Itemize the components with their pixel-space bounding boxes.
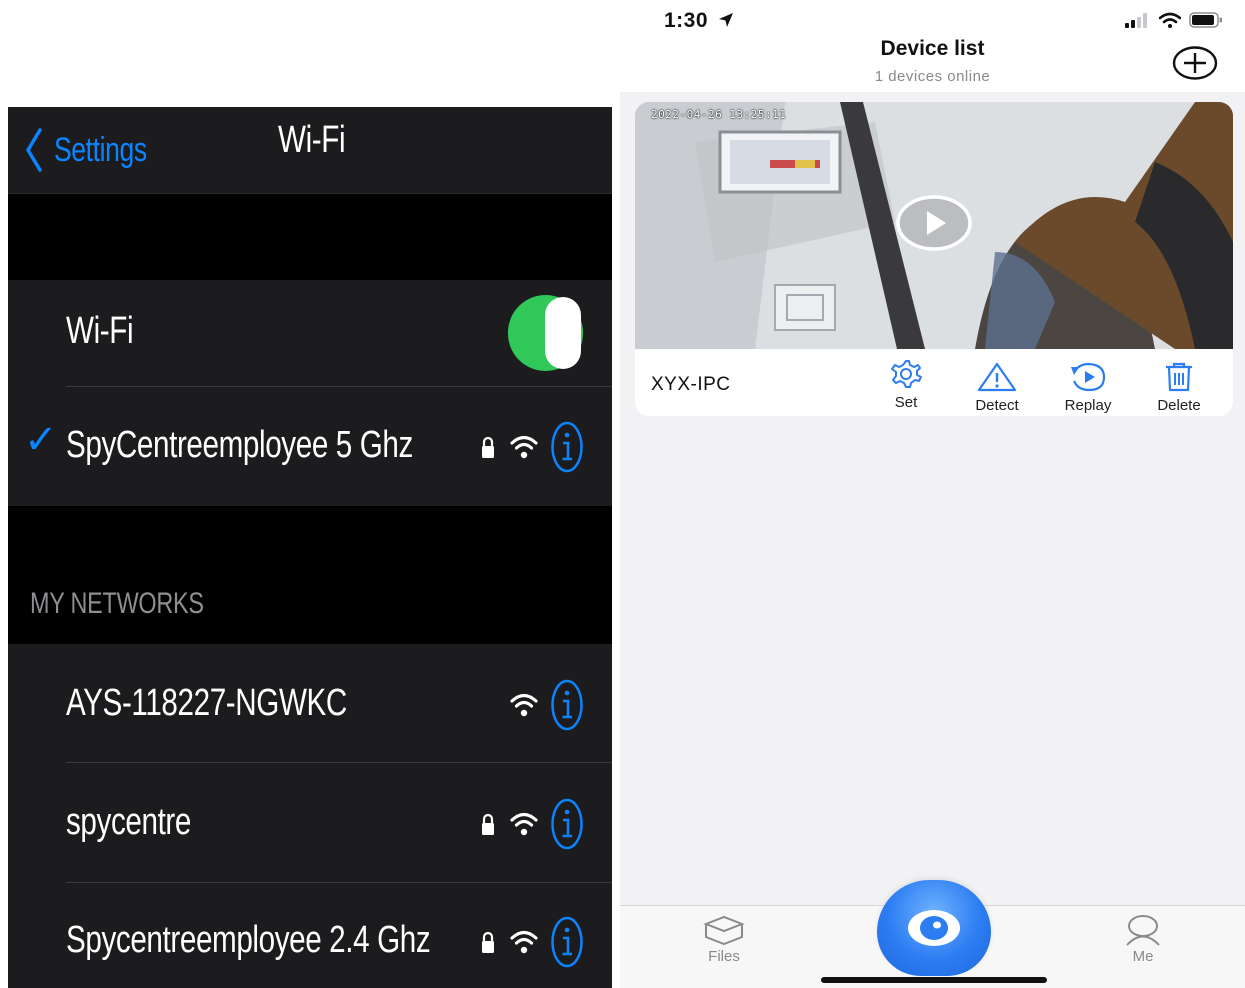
lock-icon xyxy=(482,813,494,835)
device-detect-button[interactable]: Detect xyxy=(957,361,1037,414)
network-status-icons xyxy=(480,421,584,473)
connected-network-row[interactable]: ✓ SpyCentreemployee 5 Ghz xyxy=(8,387,612,506)
toggle-knob xyxy=(545,297,581,369)
network-name: AYS-118227-NGWKC xyxy=(66,682,347,724)
live-view-button[interactable] xyxy=(877,880,991,976)
info-icon[interactable] xyxy=(550,679,584,731)
device-delete-button[interactable]: Delete xyxy=(1139,361,1219,414)
battery-icon xyxy=(1189,12,1222,28)
trash-icon xyxy=(1166,362,1192,392)
user-icon xyxy=(1126,915,1160,946)
wifi-toggle-row: Wi-Fi xyxy=(8,280,612,386)
my-networks-header: MY NETWORKS xyxy=(30,587,204,620)
wifi-settings-screen: Settings Wi-Fi Wi-Fi ✓ SpyCentreemployee… xyxy=(8,107,612,988)
page-title: Device list xyxy=(880,37,985,60)
camera-preview[interactable]: 2022-04-26 13:25:11 xyxy=(635,102,1233,349)
online-count: 1 devices online xyxy=(874,68,991,85)
home-indicator xyxy=(821,977,1047,983)
network-status-icons xyxy=(480,798,584,850)
network-row[interactable]: spycentre xyxy=(8,763,612,882)
replay-icon xyxy=(1071,362,1106,392)
app-header: 1:30 Device list 1 devices online xyxy=(620,0,1245,92)
page-title: Wi-Fi xyxy=(278,119,346,161)
network-name: spycentre xyxy=(66,801,191,843)
wifi-nav-bar: Settings Wi-Fi xyxy=(8,107,612,194)
network-name: SpyCentreemployee 5 Ghz xyxy=(66,424,413,466)
checkmark-icon: ✓ xyxy=(24,418,58,462)
status-icons xyxy=(1125,12,1223,28)
device-replay-button[interactable]: Replay xyxy=(1048,361,1128,414)
wifi-signal-icon xyxy=(510,693,538,717)
wifi-toggle-label: Wi-Fi xyxy=(66,310,134,352)
action-label: Replay xyxy=(1064,397,1112,414)
device-list-screen: 1:30 Device list 1 devices online 2022-0… xyxy=(620,0,1245,988)
action-label: Detect xyxy=(975,397,1019,414)
network-row[interactable]: Spycentreemployee 2.4 Ghz xyxy=(8,883,612,988)
location-arrow-icon xyxy=(719,13,733,27)
chevron-left-icon xyxy=(26,128,42,172)
eye-icon xyxy=(908,910,960,946)
wifi-toggle-switch[interactable] xyxy=(508,295,583,371)
tab-files[interactable]: Files xyxy=(679,914,769,965)
tab-label: Me xyxy=(1132,948,1154,965)
wifi-signal-icon xyxy=(510,435,538,459)
my-networks-group: AYS-118227-NGWKC spycentre Spycentreempl… xyxy=(8,644,612,988)
recording-timestamp: 2022-04-26 13:25:11 xyxy=(651,108,787,121)
warning-icon xyxy=(977,362,1017,392)
info-icon[interactable] xyxy=(550,798,584,850)
add-device-icon[interactable] xyxy=(1172,45,1218,81)
device-settings-button[interactable]: Set xyxy=(866,358,946,411)
device-name: XYX-IPC xyxy=(651,374,731,395)
status-time: 1:30 xyxy=(664,9,709,32)
back-to-settings-button[interactable]: Settings xyxy=(24,115,173,185)
box-icon xyxy=(703,915,745,946)
lock-icon xyxy=(482,436,494,458)
cellular-signal-icon xyxy=(1125,13,1147,28)
wifi-toggle-group: Wi-Fi ✓ SpyCentreemployee 5 Ghz xyxy=(8,280,612,506)
lock-icon xyxy=(482,931,494,953)
action-label: Delete xyxy=(1157,397,1201,414)
wifi-signal-icon xyxy=(510,930,538,954)
tab-label: Files xyxy=(708,948,740,965)
info-icon[interactable] xyxy=(550,421,584,473)
device-card: 2022-04-26 13:25:11 XYX-IPC Set Detect R… xyxy=(635,102,1233,416)
network-status-icons xyxy=(510,679,584,731)
info-icon[interactable] xyxy=(550,916,584,968)
back-label: Settings xyxy=(54,130,147,169)
gear-icon xyxy=(891,360,922,388)
network-status-icons xyxy=(480,916,584,968)
network-row[interactable]: AYS-118227-NGWKC xyxy=(8,644,612,762)
action-label: Set xyxy=(894,394,918,411)
play-icon[interactable] xyxy=(896,195,972,251)
network-name: Spycentreemployee 2.4 Ghz xyxy=(66,919,431,961)
wifi-signal-icon xyxy=(510,812,538,836)
tab-me[interactable]: Me xyxy=(1098,914,1188,965)
wifi-status-icon xyxy=(1159,12,1181,28)
